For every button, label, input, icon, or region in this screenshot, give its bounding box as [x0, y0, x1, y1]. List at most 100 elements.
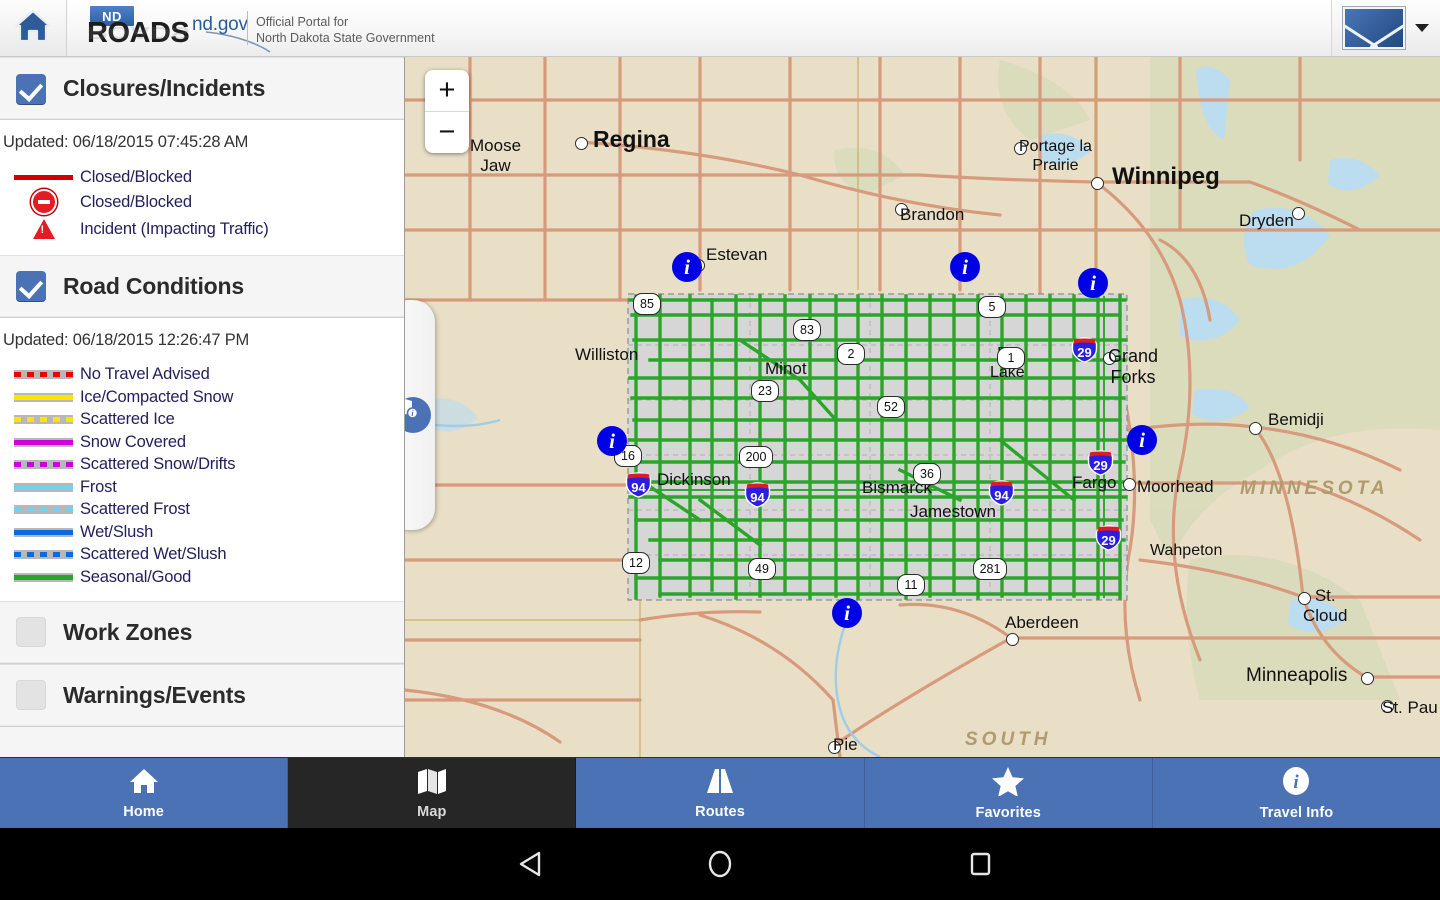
- state-label: MINNESOTA: [1240, 478, 1389, 499]
- nav-label: Favorites: [975, 805, 1041, 821]
- city-marker-dot: [1006, 633, 1019, 646]
- legend-label: Closed/Blocked: [80, 192, 192, 211]
- interstate-shield: 94: [988, 480, 1015, 506]
- section-header-work-zones[interactable]: Work Zones: [0, 600, 404, 664]
- info-icon[interactable]: i: [672, 252, 702, 282]
- chevron-down-icon[interactable]: [1415, 24, 1429, 32]
- legend-item: Snow Covered: [0, 431, 404, 454]
- map-info-marker[interactable]: i: [950, 252, 980, 286]
- section-header-road-conditions[interactable]: Road Conditions: [0, 254, 404, 318]
- android-navigation-bar[interactable]: [0, 828, 1440, 900]
- svg-text:94: 94: [994, 488, 1009, 503]
- legend-label: Scattered Ice: [80, 410, 175, 429]
- legend-swatch: [14, 481, 73, 493]
- bottom-navigation[interactable]: Home Map Routes Favorites i Travel Info: [0, 757, 1440, 829]
- zoom-out-button[interactable]: −: [425, 112, 469, 153]
- city-label: Grand Forks: [1108, 346, 1159, 387]
- updated-closures-incidents: Updated: 06/18/2015 07:45:28 AM: [3, 133, 249, 151]
- route-shield: 5: [978, 296, 1006, 318]
- nav-item-routes[interactable]: Routes: [576, 758, 865, 829]
- route-shield: 52: [877, 396, 905, 418]
- city-label: Winnipeg: [1112, 163, 1220, 190]
- city-label: Jamestown: [910, 502, 996, 521]
- legend-item: Closed/Blocked: [0, 166, 404, 189]
- layers-sidebar[interactable]: Closures/Incidents Updated: 06/18/2015 0…: [0, 57, 405, 757]
- back-triangle-icon[interactable]: [400, 828, 660, 900]
- nav-item-map[interactable]: Map: [288, 758, 577, 829]
- ndgov-link[interactable]: nd.gov: [192, 14, 248, 36]
- map-info-marker[interactable]: i: [597, 426, 627, 460]
- nav-label: Travel Info: [1259, 805, 1334, 821]
- city-label: Estevan: [706, 245, 768, 264]
- info-icon[interactable]: i: [950, 252, 980, 282]
- route-shield: 200: [739, 446, 773, 468]
- legend-label: Closed/Blocked: [80, 167, 192, 186]
- city-label: Bemidji: [1268, 410, 1324, 429]
- map-legend-icon[interactable]: i: [405, 397, 431, 433]
- checkbox-warnings-events[interactable]: [16, 680, 46, 710]
- checkbox-work-zones[interactable]: [16, 617, 46, 647]
- legend-label: Wet/Slush: [80, 522, 154, 541]
- route-shield: 2: [837, 343, 865, 365]
- city-label: Dickinson: [657, 470, 731, 489]
- interstate-shield: 29: [1095, 525, 1122, 551]
- section-header-warnings-events[interactable]: Warnings/Events: [0, 663, 404, 727]
- info-icon[interactable]: i: [832, 598, 862, 628]
- header-mail-menu[interactable]: [1331, 0, 1440, 56]
- city-label: Minneapolis: [1246, 665, 1348, 686]
- home-circle-icon[interactable]: [660, 828, 780, 900]
- legend-label: Frost: [80, 477, 117, 496]
- legend-label: Scattered Frost: [80, 500, 190, 519]
- info-icon[interactable]: i: [1078, 268, 1108, 298]
- legend-label: Scattered Snow/Drifts: [80, 455, 236, 474]
- city-label: St. Cloud: [1303, 586, 1348, 625]
- map-info-marker[interactable]: i: [672, 252, 702, 286]
- map-basemap: [405, 57, 1440, 757]
- legend-label: Snow Covered: [80, 432, 186, 451]
- section-title-warnings-events: Warnings/Events: [63, 681, 246, 708]
- map-canvas[interactable]: + − i Regina Moose Jaw Brandon Portage la Pra…: [405, 57, 1440, 757]
- legend-label: No Travel Advised: [80, 365, 210, 384]
- legend-swatch: [14, 391, 73, 403]
- header-home-button[interactable]: [0, 0, 67, 56]
- map-legend-toggle-tab[interactable]: i: [405, 300, 435, 530]
- section-title-work-zones: Work Zones: [63, 618, 193, 645]
- svg-text:29: 29: [1101, 533, 1115, 548]
- city-marker-dot: [1249, 422, 1262, 435]
- svg-text:29: 29: [1077, 345, 1091, 360]
- checkbox-road-conditions[interactable]: [16, 271, 46, 301]
- city-label: Pie: [833, 735, 858, 754]
- map-zoom-control[interactable]: + −: [425, 70, 469, 153]
- svg-text:94: 94: [750, 490, 765, 505]
- city-marker-dot: [1292, 207, 1305, 220]
- interstate-shield: 29: [1071, 337, 1098, 363]
- zoom-in-button[interactable]: +: [425, 70, 469, 111]
- no-entry-icon: [30, 189, 57, 215]
- envelope-icon[interactable]: [1343, 7, 1405, 49]
- map-info-marker[interactable]: i: [1078, 268, 1108, 302]
- legend-label: Incident (Impacting Traffic): [80, 219, 269, 238]
- info-icon[interactable]: i: [597, 426, 627, 456]
- nav-item-favorites[interactable]: Favorites: [865, 758, 1153, 829]
- interstate-shield: 94: [625, 472, 652, 498]
- section-header-closures-incidents[interactable]: Closures/Incidents: [0, 57, 404, 120]
- checkbox-closures-incidents[interactable]: [16, 73, 46, 104]
- legend-label: Seasonal/Good: [80, 567, 192, 586]
- recents-square-icon[interactable]: [880, 828, 1080, 900]
- legend-swatch-closed-line: [14, 171, 73, 183]
- legend-swatch: [14, 526, 73, 538]
- legend-swatch: [14, 459, 73, 471]
- nav-item-home[interactable]: Home: [0, 758, 289, 829]
- legend-item: Closed/Blocked: [0, 189, 404, 216]
- home-icon: [128, 767, 160, 800]
- city-label: St. Pau: [1382, 698, 1438, 717]
- city-label: Dryden: [1239, 211, 1294, 230]
- legend-swatch: [14, 369, 73, 381]
- map-info-marker[interactable]: i: [832, 598, 862, 632]
- legend-item: Frost: [0, 476, 404, 499]
- nav-item-travel-info[interactable]: i Travel Info: [1153, 758, 1440, 829]
- info-icon[interactable]: i: [1127, 425, 1157, 455]
- city-label: Williston: [575, 345, 639, 364]
- north-dakota-state-shape: [627, 293, 1128, 601]
- map-info-marker[interactable]: i: [1127, 425, 1157, 459]
